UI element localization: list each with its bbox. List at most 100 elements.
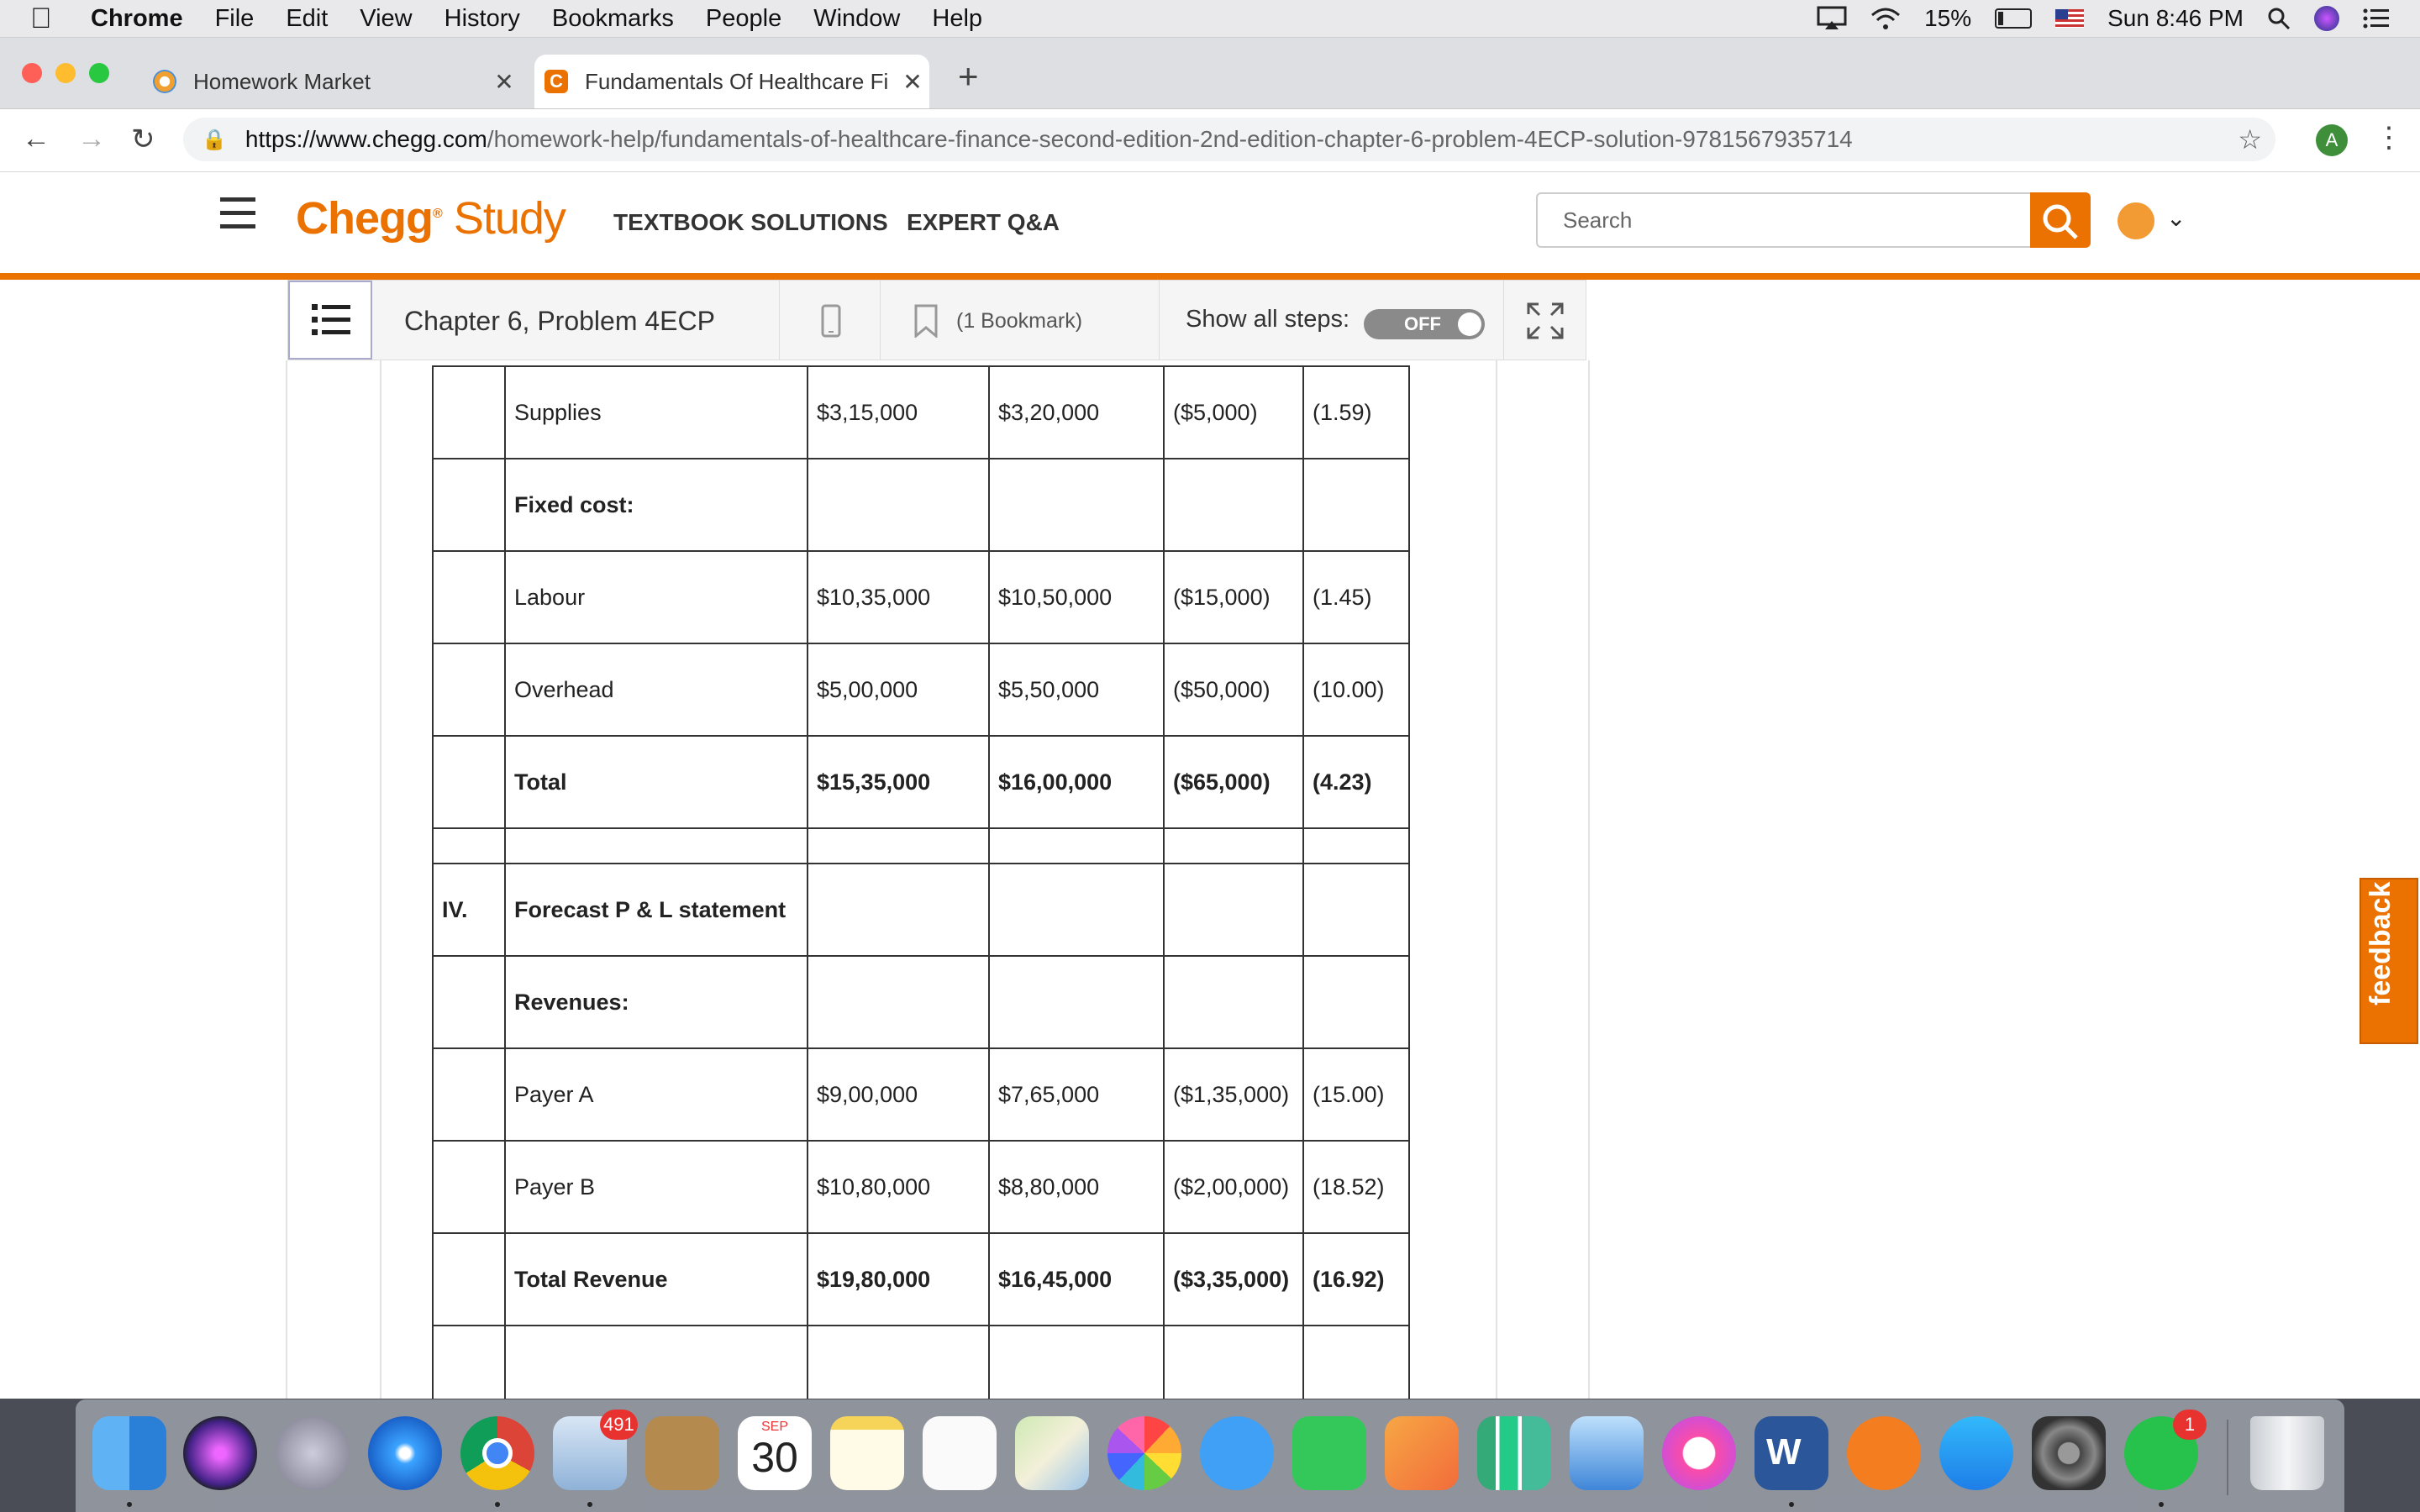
logo-chegg-text: Chegg — [296, 193, 434, 244]
running-indicator — [587, 1502, 592, 1507]
menu-help[interactable]: Help — [932, 5, 982, 33]
keynote-icon[interactable] — [1570, 1416, 1644, 1490]
feedback-button[interactable]: feedback — [2360, 878, 2418, 1044]
menu-file[interactable]: File — [215, 5, 255, 33]
menu-edit[interactable]: Edit — [286, 5, 328, 33]
window-minimize-button[interactable] — [55, 63, 76, 83]
nav-textbook-solutions[interactable]: TEXTBOOK SOLUTIONS — [613, 209, 888, 236]
table-cell: Overhead — [504, 643, 808, 737]
table-row: Revenues: — [432, 955, 1410, 1049]
window-zoom-button[interactable] — [89, 63, 109, 83]
reload-icon[interactable]: ↻ — [131, 123, 155, 156]
word-icon[interactable]: W — [1754, 1416, 1828, 1490]
menu-app-chrome[interactable]: Chrome — [91, 5, 183, 33]
maps-icon[interactable] — [1015, 1416, 1089, 1490]
table-cell — [807, 1325, 990, 1399]
url-host: https://www.chegg.com — [245, 126, 487, 152]
siri-icon[interactable] — [183, 1416, 257, 1490]
reminders-icon[interactable] — [923, 1416, 997, 1490]
bookmark-star-icon[interactable]: ☆ — [2238, 123, 2262, 155]
chegg-favicon-icon: C — [544, 70, 568, 93]
table-cell — [1302, 863, 1410, 957]
finder-icon[interactable] — [92, 1416, 166, 1490]
tab-close-icon[interactable]: ✕ — [487, 68, 521, 96]
mobile-device-icon[interactable] — [821, 304, 841, 338]
contacts-book-icon[interactable] — [645, 1416, 719, 1490]
url-bar[interactable]: 🔒 https://www.chegg.com/homework-help/fu… — [183, 118, 2275, 161]
search-button[interactable] — [2030, 192, 2091, 248]
fullscreen-expand-icon[interactable] — [1527, 302, 1564, 339]
messages-bubble-icon[interactable] — [1200, 1416, 1274, 1490]
window-close-button[interactable] — [22, 63, 42, 83]
profile-avatar[interactable]: A — [2316, 124, 2348, 156]
trash-icon[interactable] — [2250, 1416, 2324, 1490]
show-all-steps-toggle[interactable]: OFF — [1364, 309, 1485, 339]
menu-history[interactable]: History — [445, 5, 520, 33]
bookmark-count[interactable]: (1 Bookmark) — [956, 309, 1082, 333]
siri-icon[interactable] — [2314, 6, 2339, 31]
menu-view[interactable]: View — [360, 5, 412, 33]
chrome-menu-kebab-icon[interactable]: ⋮ — [2375, 121, 2403, 155]
chrome-toolbar: ← → ↻ 🔒 https://www.chegg.com/homework-h… — [0, 109, 2420, 172]
table-cell: $10,50,000 — [988, 550, 1165, 644]
airplay-icon[interactable] — [1817, 6, 1847, 31]
chegg-study-logo[interactable]: Chegg® Study — [296, 192, 566, 244]
table-cell — [432, 1047, 506, 1142]
numbers-chart-icon[interactable] — [1477, 1416, 1551, 1490]
system-preferences-gear-icon[interactable] — [2032, 1416, 2106, 1490]
battery-percent: 15% — [1924, 5, 1972, 31]
macos-dock: 491 SEP 30 W 1 — [76, 1399, 2344, 1512]
app-store-icon[interactable] — [1939, 1416, 2013, 1490]
facetime-icon[interactable] — [1292, 1416, 1366, 1490]
hamburger-menu-icon[interactable] — [220, 197, 255, 238]
user-avatar[interactable] — [2118, 202, 2154, 239]
us-flag-input-icon[interactable] — [2055, 9, 2085, 28]
tab-chegg-active[interactable]: C Fundamentals Of Healthcare Fi ✕ — [534, 55, 929, 108]
mail-unread-badge: 491 — [600, 1410, 638, 1440]
apple-icon[interactable]:  — [30, 3, 64, 35]
itunes-music-icon[interactable] — [1662, 1416, 1736, 1490]
table-cell — [988, 458, 1165, 552]
menubar-clock[interactable]: Sun 8:46 PM — [2107, 5, 2244, 32]
search-input[interactable]: Search — [1536, 192, 2032, 248]
menu-window[interactable]: Window — [813, 5, 900, 33]
table-row: Supplies $3,15,000 $3,20,000 ($5,000) (1.59) — [432, 365, 1410, 459]
menu-people[interactable]: People — [706, 5, 781, 33]
table-cell: ($15,000) — [1163, 550, 1304, 644]
wifi-icon[interactable] — [1870, 7, 1901, 30]
table-cell: ($2,00,000) — [1163, 1140, 1304, 1234]
notification-center-icon[interactable] — [2363, 8, 2390, 29]
table-of-contents-button[interactable] — [288, 281, 372, 360]
table-cell: ($50,000) — [1163, 643, 1304, 737]
homework-market-favicon-icon — [153, 70, 176, 93]
tab-close-icon[interactable]: ✕ — [896, 68, 929, 96]
pages-icon[interactable] — [1385, 1416, 1459, 1490]
menu-bookmarks[interactable]: Bookmarks — [552, 5, 674, 33]
table-cell: ($65,000) — [1163, 735, 1304, 829]
table-cell: (16.92) — [1302, 1232, 1410, 1326]
notes-icon[interactable] — [830, 1416, 904, 1490]
table-cell: Forecast P & L statement — [504, 863, 808, 957]
show-all-steps-label: Show all steps: — [1186, 306, 1350, 333]
table-cell — [988, 1325, 1165, 1399]
calendar-icon[interactable]: SEP 30 — [738, 1416, 812, 1490]
chrome-icon[interactable] — [460, 1416, 534, 1490]
launchpad-rocket-icon[interactable] — [276, 1416, 350, 1490]
ibooks-icon[interactable] — [1847, 1416, 1921, 1490]
chevron-down-icon[interactable]: ⌄ — [2166, 204, 2186, 232]
table-cell — [504, 1325, 808, 1399]
back-arrow-icon[interactable]: ← — [22, 123, 50, 155]
tab-homework-market[interactable]: Homework Market ✕ — [143, 55, 521, 108]
new-tab-plus-icon[interactable]: + — [958, 56, 979, 97]
nav-expert-qa[interactable]: EXPERT Q&A — [907, 209, 1060, 236]
battery-icon[interactable] — [1995, 8, 2033, 29]
spotlight-search-icon[interactable] — [2267, 7, 2291, 30]
bookmark-icon[interactable] — [914, 304, 938, 338]
table-cell — [432, 827, 506, 864]
table-cell: $16,00,000 — [988, 735, 1165, 829]
safari-compass-icon[interactable] — [368, 1416, 442, 1490]
photos-icon[interactable] — [1107, 1416, 1181, 1490]
lock-icon[interactable]: 🔒 — [202, 128, 227, 152]
forward-arrow-icon[interactable]: → — [77, 123, 106, 155]
table-row: Total $15,35,000 $16,00,000 ($65,000) (4.23) — [432, 735, 1410, 829]
